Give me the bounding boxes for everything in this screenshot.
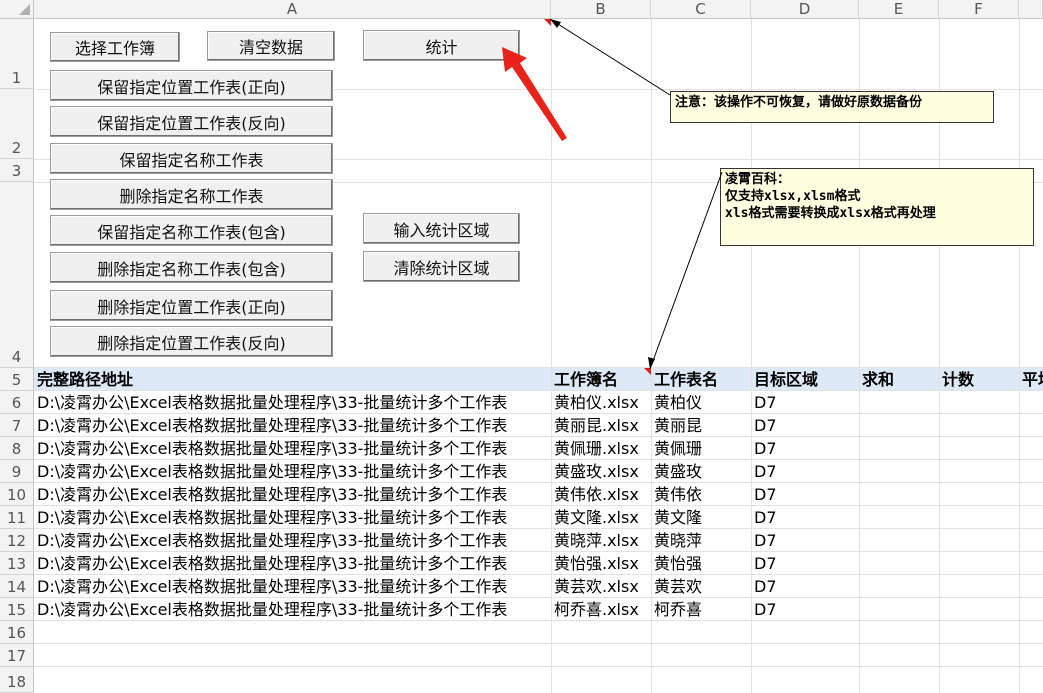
warning-connector-arrowhead-icon [550, 19, 561, 28]
warning-connector-line [549, 18, 671, 96]
red-pointer-arrow-icon [502, 47, 567, 141]
info-connector-line [649, 171, 723, 370]
info-connector-arrowhead-icon [648, 357, 655, 369]
annotation-arrows [502, 18, 723, 370]
